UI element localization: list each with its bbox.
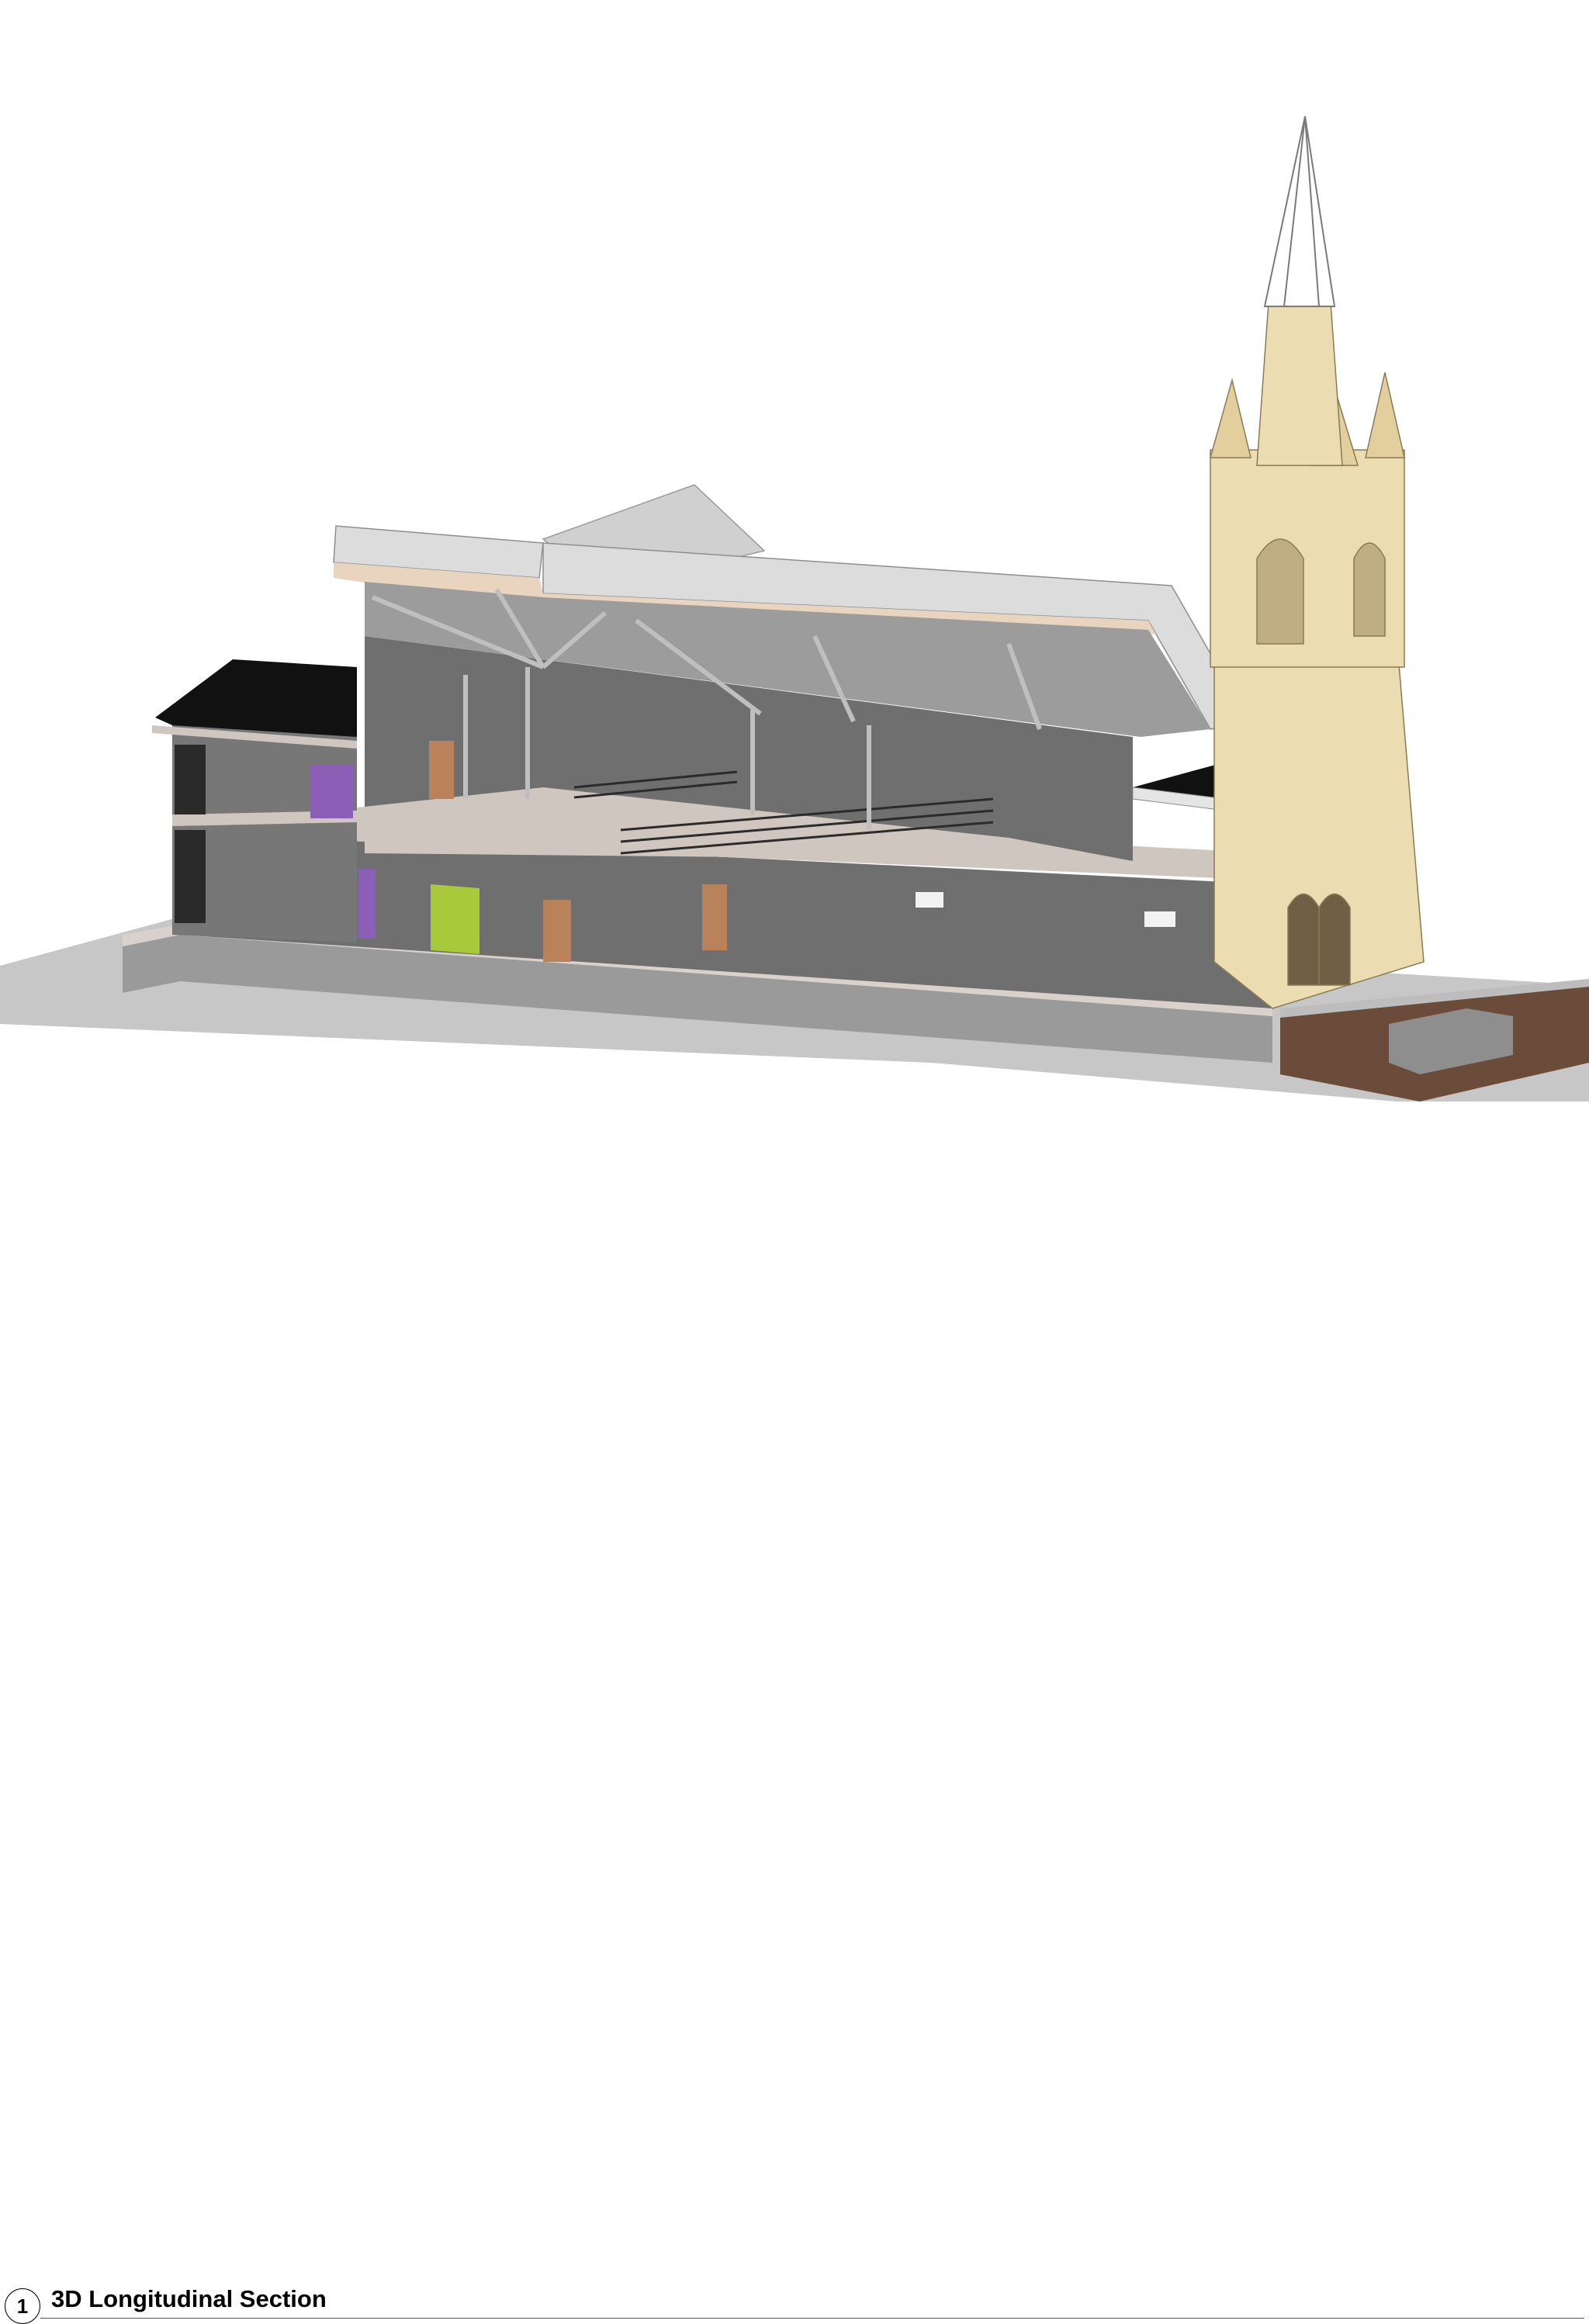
view-number-bubble: 1	[5, 2288, 40, 2324]
tower-pinnacle-right	[1365, 372, 1405, 458]
tower-pinnacle-left	[1210, 378, 1251, 458]
left-glazing	[175, 745, 206, 923]
spire-base	[1256, 302, 1343, 466]
purple-door	[310, 764, 353, 818]
view-title-block: 1 3D Longitudinal Section	[0, 1140, 1589, 2324]
view-number: 1	[16, 2294, 29, 2318]
view-title-underline	[40, 2318, 1584, 2319]
green-panel	[431, 884, 479, 954]
view-title: 3D Longitudinal Section	[51, 2285, 327, 2312]
section-drawing	[0, 116, 1589, 1101]
spire-top	[1263, 116, 1336, 307]
purple-strip	[358, 869, 376, 939]
left-flat-roof	[155, 659, 357, 737]
